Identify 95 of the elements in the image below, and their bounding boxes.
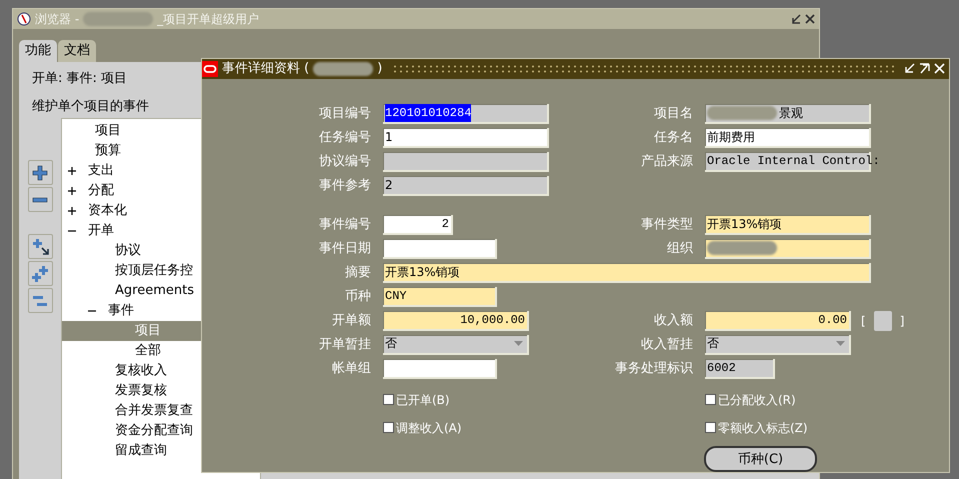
- maximize-icon[interactable]: [919, 63, 930, 74]
- field-label: 开单暂挂: [318, 336, 372, 354]
- field-label: 项目名: [653, 104, 694, 123]
- input-field[interactable]: 开票13%销项: [383, 262, 871, 282]
- field-label: 摘要: [344, 264, 372, 282]
- field-label: 协议编号: [318, 152, 372, 171]
- field-label: 组织: [666, 240, 694, 258]
- field-value: 120101010284: [385, 104, 472, 122]
- app-icon: [17, 12, 31, 26]
- field-label: 产品来源: [640, 152, 694, 171]
- field-value: 否: [707, 336, 719, 352]
- plus-icon[interactable]: [68, 167, 76, 175]
- bracket: [: [861, 312, 866, 330]
- checkbox-option[interactable]: 调整收入(A): [383, 418, 705, 436]
- close-icon[interactable]: [805, 14, 815, 24]
- field-label: 事件参考: [318, 176, 372, 195]
- input-field[interactable]: 2: [383, 214, 453, 234]
- field-label: 开单额: [331, 312, 372, 330]
- minus-icon: [32, 196, 48, 202]
- breadcrumb: 开单: 事件: 项目: [32, 70, 128, 88]
- input-field[interactable]: [383, 358, 497, 378]
- collapse-all-icon-button[interactable]: [28, 288, 52, 313]
- field-label: 收入额: [653, 312, 694, 330]
- field-value: CNY: [385, 288, 407, 304]
- expand-all-icon: [32, 266, 48, 282]
- plus-icon-button[interactable]: [28, 160, 52, 185]
- checkbox[interactable]: [705, 394, 716, 405]
- field-value: 2: [385, 176, 393, 194]
- input-field[interactable]: 开票13%销项: [705, 214, 871, 234]
- field-value: 前期费用: [707, 128, 755, 146]
- checkbox[interactable]: [705, 422, 716, 433]
- field-label: 事件日期: [318, 240, 372, 258]
- checkbox-option[interactable]: 已开单(B): [383, 390, 705, 408]
- checkbox-option[interactable]: 已分配收入(R): [705, 390, 796, 408]
- bracket: ]: [900, 312, 904, 330]
- input-field[interactable]: CNY: [383, 286, 497, 306]
- dropdown-field[interactable]: 否: [383, 334, 529, 354]
- field-value: 10,000.00: [460, 312, 525, 328]
- field-label: 项目编号: [318, 104, 372, 123]
- input-field[interactable]: [705, 238, 871, 258]
- field-value: 否: [385, 336, 397, 352]
- dropdown-field[interactable]: 否: [705, 334, 851, 354]
- field-label: 收入暂挂: [640, 336, 694, 354]
- input-field[interactable]: 0.00: [705, 310, 851, 330]
- field-value: 开票13%销项: [385, 264, 460, 280]
- tab[interactable]: 功能: [19, 40, 57, 62]
- expand-branch-icon-button[interactable]: [28, 234, 52, 259]
- minimize-icon[interactable]: [791, 14, 801, 24]
- input-field[interactable]: [383, 152, 549, 172]
- caret-icon: [514, 341, 523, 346]
- input-field[interactable]: 10,000.00: [383, 310, 529, 330]
- dialog-title: ): [377, 60, 382, 78]
- field-label: 币种: [344, 288, 372, 306]
- currency-button[interactable]: 币种(C): [704, 446, 817, 472]
- field-label: 帐单组: [331, 360, 372, 378]
- field-label: 事件编号: [318, 216, 372, 234]
- description: 维护单个项目的事件: [32, 98, 149, 116]
- field-value: 1: [385, 128, 393, 146]
- expand-branch-icon: [32, 238, 48, 255]
- input-field[interactable]: 6002: [705, 358, 775, 378]
- input-field[interactable]: 2: [383, 176, 549, 196]
- window-title: _项目开单超级用户: [157, 11, 260, 28]
- checkbox[interactable]: [383, 422, 394, 433]
- field-value: 2: [442, 216, 449, 232]
- input-field[interactable]: 1: [383, 128, 549, 148]
- field-label: 事件类型: [640, 216, 694, 234]
- checkbox-option[interactable]: 零额收入标志(Z): [705, 418, 808, 436]
- oracle-logo-icon: [202, 60, 218, 77]
- caret-icon: [836, 341, 845, 346]
- tree-item[interactable]: 支出: [62, 161, 260, 181]
- tree-item[interactable]: 事件: [62, 301, 260, 321]
- field-label: 事务处理标识: [614, 360, 694, 378]
- field-value: 景观: [779, 104, 803, 122]
- tree-item[interactable]: 资本化: [62, 201, 260, 221]
- plus-icon[interactable]: [68, 207, 76, 215]
- window-title: 浏览器 -: [35, 11, 80, 28]
- tab[interactable]: 文档: [58, 40, 96, 62]
- field-value: 0.00: [818, 312, 847, 328]
- field-value: 开票13%销项: [707, 216, 782, 232]
- field-label: 任务编号: [318, 128, 372, 147]
- collapse-all-icon: [33, 296, 47, 306]
- field-label: 任务名: [653, 128, 694, 147]
- input-field[interactable]: 120101010284: [383, 104, 549, 124]
- dialog-title: 事件详细资料 (: [222, 60, 310, 78]
- input-field[interactable]: 前期费用: [705, 128, 871, 148]
- plus-icon[interactable]: [68, 187, 76, 195]
- tree-item[interactable]: 分配: [62, 181, 260, 201]
- tree-item[interactable]: 开单: [62, 221, 260, 241]
- flexfield-button[interactable]: [874, 310, 892, 330]
- plus-icon: [32, 164, 48, 180]
- minus-icon-button[interactable]: [28, 187, 52, 212]
- field-value: 6002: [707, 360, 736, 376]
- checkbox[interactable]: [383, 394, 394, 405]
- input-field[interactable]: 景观: [705, 104, 871, 124]
- input-field[interactable]: [383, 238, 497, 258]
